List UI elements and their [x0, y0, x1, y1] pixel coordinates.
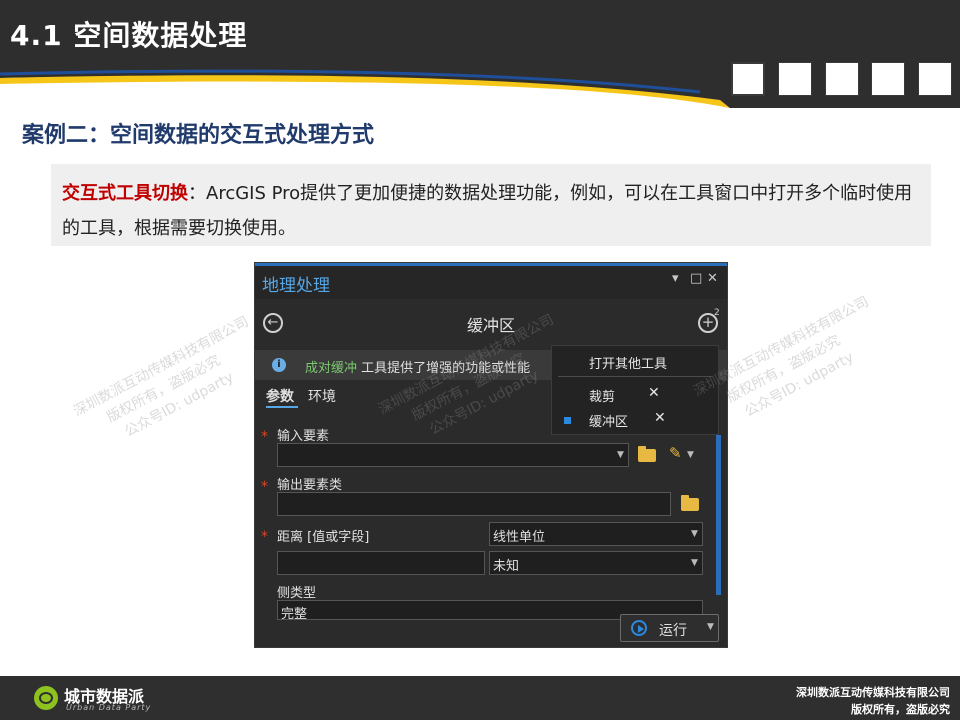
popup-divider [558, 376, 712, 377]
input-features-label: 输入要素 [277, 429, 330, 444]
tab-parameters[interactable]: 参数 [266, 386, 294, 406]
nav-square-5 [918, 62, 952, 96]
logo-icon [34, 686, 58, 710]
distance-unit-dropdown-icon[interactable]: ▼ [691, 558, 698, 568]
required-marker: * [261, 479, 268, 495]
selected-indicator [564, 417, 571, 424]
info-tool-link[interactable]: 成对缓冲 [305, 361, 357, 376]
pane-scrollbar-thumb[interactable] [716, 435, 721, 595]
nav-square-1 [731, 62, 765, 96]
maximize-button[interactable]: □ [690, 271, 702, 286]
note-body: ：ArcGIS Pro提供了更加便捷的数据处理功能，例如，可以在工具窗口中打开多… [62, 183, 913, 239]
nav-square-2 [778, 62, 812, 96]
distance-unit-select[interactable] [489, 551, 703, 575]
required-marker: * [261, 429, 268, 445]
note-keyword: 交互式工具切换 [62, 183, 188, 204]
popup-item-clip[interactable]: 裁剪 [589, 386, 615, 405]
side-type-label: 侧类型 [277, 586, 317, 601]
tab-environments[interactable]: 环境 [308, 386, 336, 406]
info-icon: i [272, 358, 286, 372]
distance-type-value: 线性单位 [493, 530, 546, 545]
geoprocessing-pane: 地理处理 ▾ □ ✕ ← 缓冲区 + 2 i 成对缓冲 工具提供了增强的功能或性… [254, 262, 728, 648]
pane-menu-button[interactable]: ▾ [672, 271, 679, 286]
close-pane-button[interactable]: ✕ [707, 271, 718, 286]
input-features-field[interactable] [277, 443, 629, 467]
close-clip-icon[interactable]: ✕ [648, 385, 660, 401]
footer-company: 深圳数派互动传媒科技有限公司 [796, 686, 950, 699]
required-marker: * [261, 529, 268, 545]
play-icon [631, 620, 647, 636]
sketch-pencil-icon[interactable]: ✎ [669, 444, 682, 462]
note-text: 交互式工具切换：ArcGIS Pro提供了更加便捷的数据处理功能，例如，可以在工… [62, 176, 924, 246]
footer-rights: 版权所有，盗版必究 [851, 703, 950, 716]
section-title: 案例二：空间数据的交互式处理方式 [22, 123, 375, 148]
open-other-tools-item[interactable]: 打开其他工具 [589, 353, 667, 372]
output-features-label: 输出要素类 [277, 478, 343, 493]
input-browse-folder-icon[interactable] [638, 446, 656, 462]
output-features-field[interactable] [277, 492, 671, 516]
popup-item-buffer[interactable]: 缓冲区 [589, 411, 628, 430]
run-label: 运行 [659, 623, 687, 639]
header-swoosh [0, 58, 960, 108]
distance-label: 距离 [值或字段] [277, 530, 370, 545]
output-browse-folder-icon[interactable] [681, 495, 699, 511]
open-tools-count: 2 [714, 308, 720, 318]
sketch-dropdown-icon[interactable]: ▼ [687, 450, 694, 460]
pane-title: 地理处理 [262, 276, 330, 296]
tab-active-underline [266, 406, 298, 408]
page-title: 4.1 空间数据处理 [10, 19, 248, 52]
run-button[interactable]: 运行 ▼ [620, 614, 719, 642]
nav-square-4 [871, 62, 905, 96]
input-features-dropdown-icon[interactable]: ▼ [617, 450, 624, 460]
tool-name: 缓冲区 [466, 316, 515, 335]
run-dropdown-icon[interactable]: ▼ [707, 622, 714, 632]
nav-square-3 [825, 62, 859, 96]
close-buffer-icon[interactable]: ✕ [654, 410, 666, 426]
watermark: 深圳数派互动传媒科技有限公司 版权所有，盗版必究 公众号ID: udparty [70, 313, 252, 441]
logo-subtitle: Urban Data Party [66, 703, 152, 712]
distance-unit-value: 未知 [493, 559, 520, 574]
distance-type-dropdown-icon[interactable]: ▼ [691, 529, 698, 539]
distance-value-field[interactable] [277, 551, 485, 575]
side-type-value: 完整 [281, 607, 308, 620]
